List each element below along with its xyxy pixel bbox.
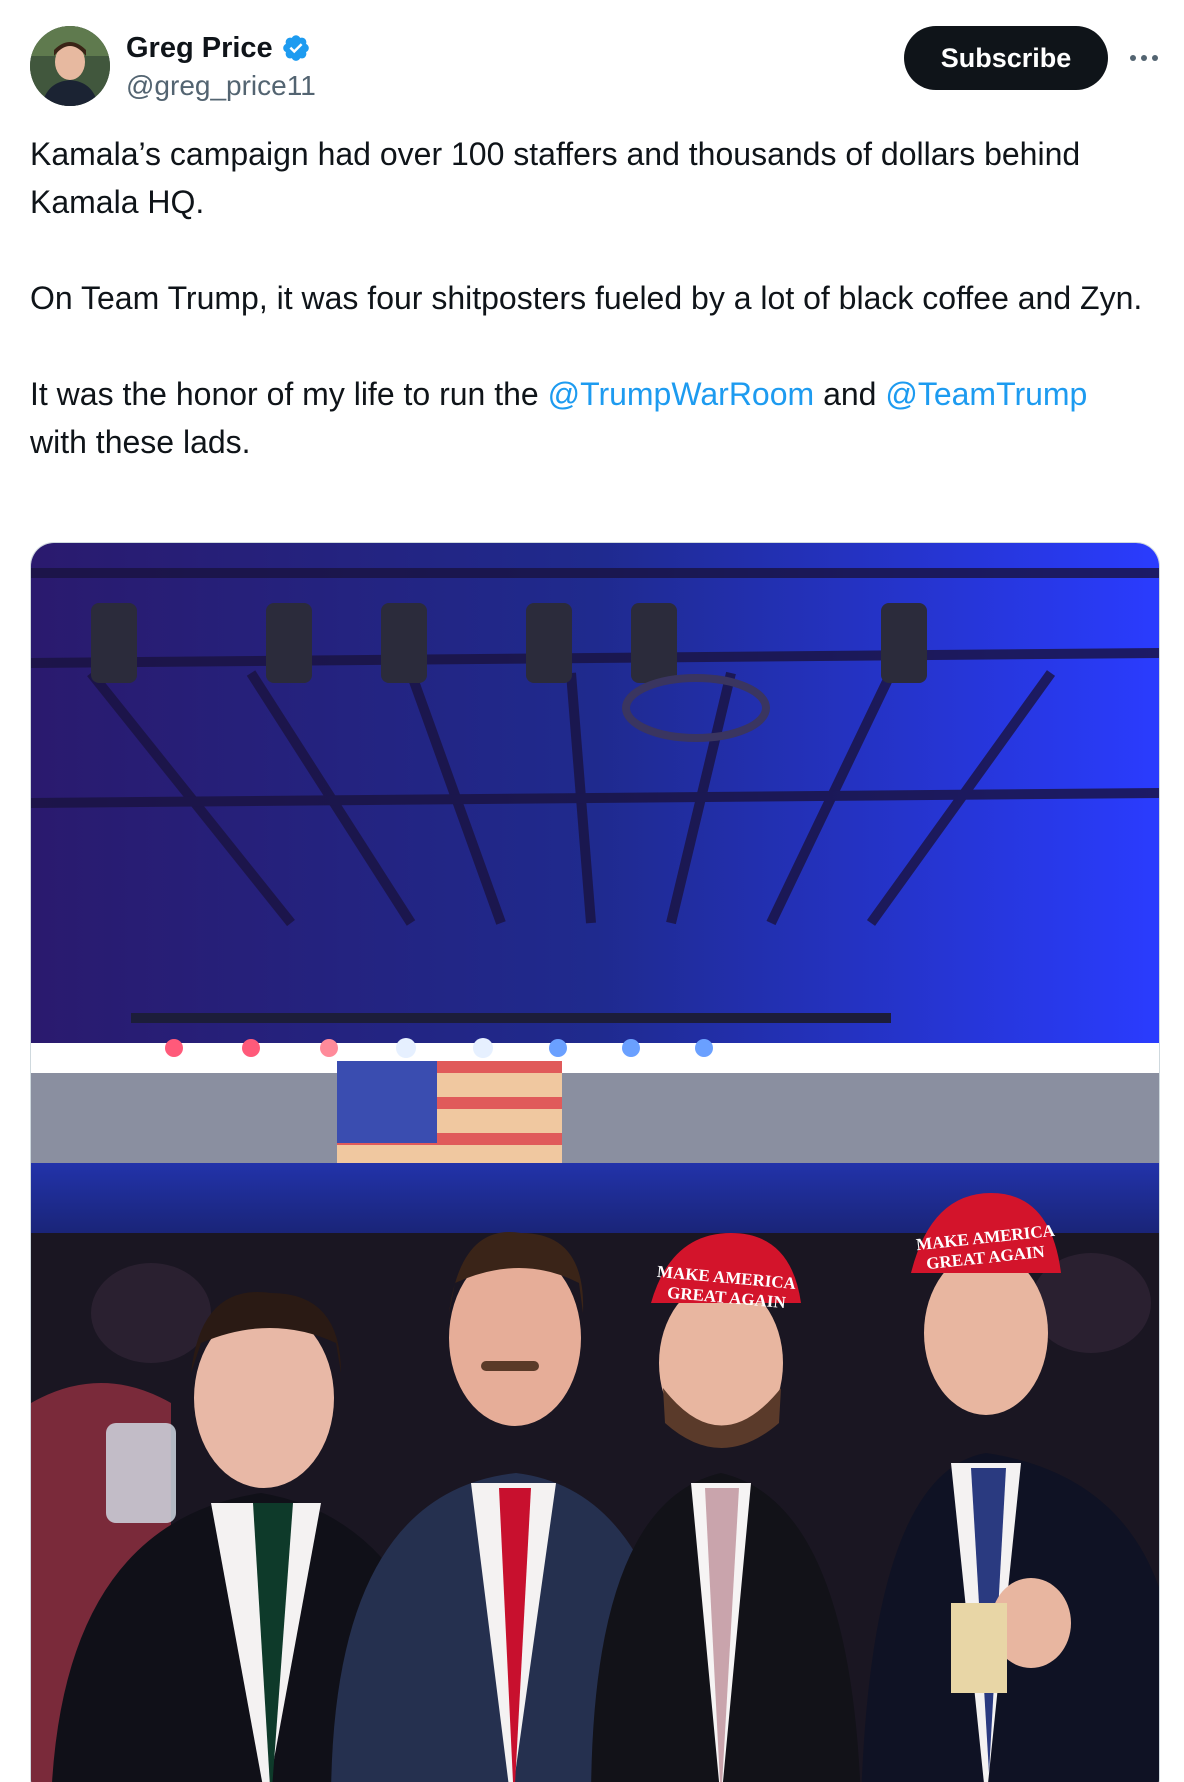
subscribe-button[interactable]: Subscribe <box>904 26 1108 90</box>
tweet-header: Greg Price @greg_price11 Subscribe <box>30 26 1160 106</box>
tweet-paragraph-3: It was the honor of my life to run the @… <box>30 370 1150 466</box>
mention-teamtrump[interactable]: @TeamTrump <box>885 376 1087 412</box>
tweet-paragraph-2: On Team Trump, it was four shitposters f… <box>30 280 1143 316</box>
author-info: Greg Price @greg_price11 <box>126 28 316 102</box>
paragraph-3-prefix: It was the honor of my life to run the <box>30 376 548 412</box>
tweet-photo[interactable]: MAKE AMERICA GREAT AGAIN MAKE AMERICA GR… <box>30 542 1160 1782</box>
author-handle[interactable]: @greg_price11 <box>126 70 316 102</box>
ellipsis-icon[interactable] <box>1126 40 1162 76</box>
name-row: Greg Price <box>126 28 316 68</box>
paragraph-3-suffix: with these lads. <box>30 424 251 460</box>
profile-photo-icon <box>30 26 110 106</box>
verified-badge-icon[interactable] <box>281 33 311 63</box>
mention-trumpwarroom[interactable]: @TrumpWarRoom <box>548 376 815 412</box>
tweet-text: Kamala’s campaign had over 100 staffers … <box>30 130 1150 466</box>
avatar[interactable] <box>30 26 110 106</box>
event-photo: MAKE AMERICA GREAT AGAIN MAKE AMERICA GR… <box>31 543 1159 1782</box>
paragraph-3-mid: and <box>814 376 886 412</box>
display-name[interactable]: Greg Price <box>126 32 273 65</box>
tweet-paragraph-1: Kamala’s campaign had over 100 staffers … <box>30 136 1081 220</box>
